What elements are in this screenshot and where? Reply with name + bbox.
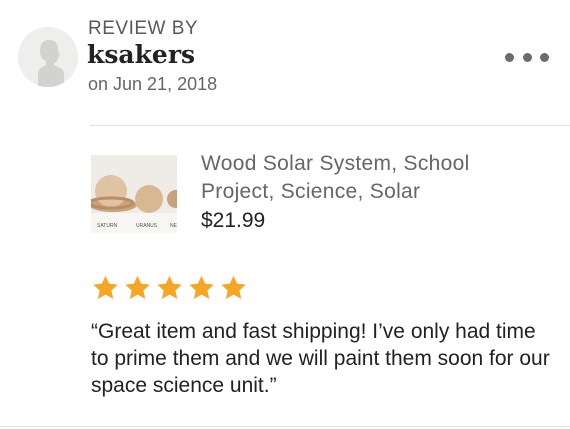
- star-icon: [221, 275, 246, 299]
- review-text: “Great item and fast shipping! I’ve only…: [91, 320, 550, 397]
- product-price: $21.99: [201, 209, 266, 232]
- thumb-label-saturn: SATURN: [97, 223, 118, 229]
- star-icon: [189, 275, 214, 299]
- product-title-link[interactable]: Wood Solar System, School Project, Scien…: [201, 150, 541, 206]
- divider: [90, 125, 570, 126]
- more-options-icon[interactable]: [505, 44, 549, 70]
- product-thumbnail[interactable]: SATURN URANUS NE: [91, 155, 177, 233]
- reviewer-username[interactable]: ksakers: [87, 40, 195, 69]
- rating-stars: [91, 274, 248, 302]
- review-by-label: REVIEW BY: [88, 18, 199, 39]
- user-avatar-icon[interactable]: [18, 27, 78, 87]
- divider: [0, 426, 570, 427]
- thumb-label-uranus: URANUS: [136, 223, 158, 229]
- star-icon: [157, 275, 182, 299]
- thumb-label-ne: NE: [170, 223, 177, 229]
- more-dot: [540, 52, 549, 62]
- review-date: on Jun 21, 2018: [88, 74, 218, 94]
- more-dot: [522, 52, 532, 62]
- more-dot: [505, 52, 514, 62]
- star-icon: [93, 275, 118, 299]
- star-icon: [125, 275, 150, 299]
